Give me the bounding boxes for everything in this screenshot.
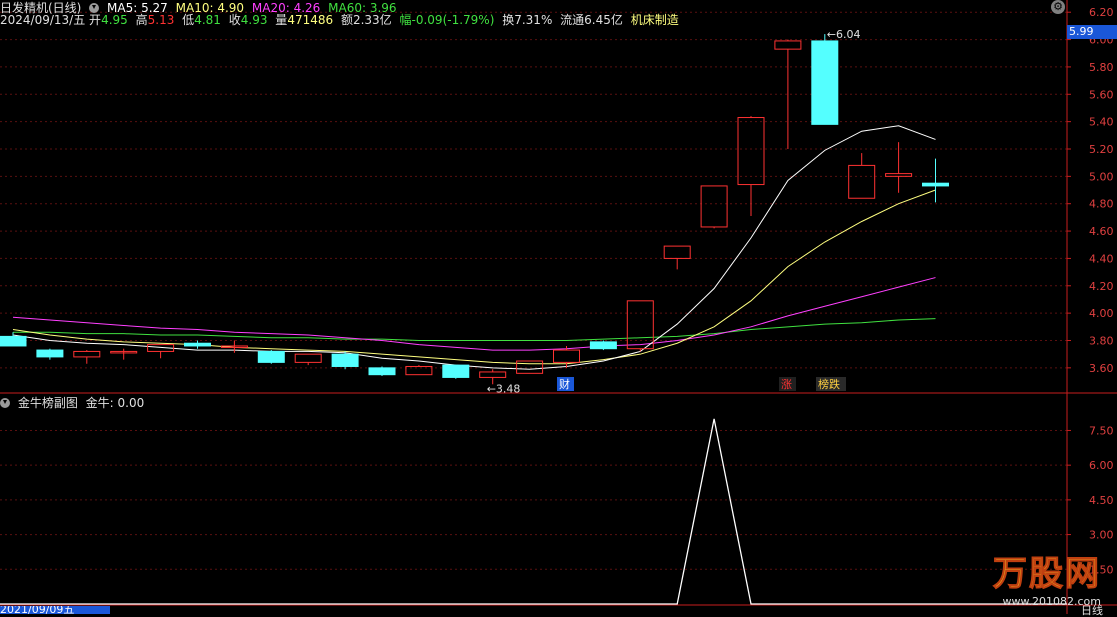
moving-averages xyxy=(12,125,936,370)
candle[interactable] xyxy=(0,335,27,347)
grid-lines xyxy=(0,11,1067,570)
candle[interactable] xyxy=(516,360,544,374)
logo-text: 万股网 xyxy=(993,554,1101,595)
volume-key: 量 xyxy=(275,13,288,27)
tick-label: 6.20 xyxy=(1089,6,1114,19)
sub-panel-legend: 金牛榜副图 金牛: 0.00 xyxy=(0,395,148,411)
candle[interactable] xyxy=(774,40,802,50)
sub-tick-label: 7.50 xyxy=(1089,424,1114,437)
candle[interactable] xyxy=(36,349,64,358)
candle[interactable] xyxy=(553,349,580,363)
y-axis-ticks: 6.20 6.00 5.80 5.60 5.40 5.20 5.00 4.80 4.60 4.40… xyxy=(1067,6,1114,576)
sub-panel-value: 金牛: 0.00 xyxy=(85,396,145,410)
sub-ctl-icon[interactable] xyxy=(0,398,10,408)
candle[interactable] xyxy=(331,353,359,367)
close-value: 4.93 xyxy=(240,13,268,27)
event-cai[interactable]: 财 xyxy=(559,377,570,391)
sub-tick-label: 6.00 xyxy=(1089,459,1114,472)
high-mark: ←6.04 xyxy=(827,28,861,41)
candle[interactable] xyxy=(405,365,433,376)
settings-icon[interactable]: ⚙ xyxy=(1051,0,1065,14)
candle[interactable] xyxy=(700,185,728,228)
bottom-date-bar[interactable]: 2021/09/09五 xyxy=(0,606,110,614)
low-key: 低 xyxy=(182,13,195,27)
candle[interactable] xyxy=(589,341,617,350)
sub-indicator xyxy=(0,418,1067,605)
low-value: 4.81 xyxy=(194,13,221,27)
candle[interactable] xyxy=(294,353,322,363)
bottom-period[interactable]: 日线 xyxy=(1081,605,1103,616)
axes xyxy=(0,0,1117,614)
candle[interactable] xyxy=(737,117,765,186)
candle[interactable] xyxy=(257,350,285,363)
change-label: 幅-0.09(-1.79%) xyxy=(399,13,495,27)
tick-label: 5.40 xyxy=(1089,116,1114,129)
chart-canvas[interactable]: 6.20 6.00 5.80 5.60 5.40 5.20 5.00 4.80 4.60 4.40… xyxy=(0,0,1117,614)
candle[interactable] xyxy=(73,350,101,358)
ma20-line xyxy=(12,277,936,351)
ma60-line xyxy=(13,318,936,341)
float-cap-label: 流通6.45亿 xyxy=(560,13,623,27)
candle[interactable] xyxy=(885,173,913,177)
candle[interactable] xyxy=(922,182,949,187)
high-value: 5.13 xyxy=(147,13,175,27)
tick-label: 4.40 xyxy=(1089,252,1114,265)
candle[interactable] xyxy=(184,342,211,347)
event-bang[interactable]: 榜跌 xyxy=(818,377,840,391)
quote-line: 2024/09/13/五 开4.95 高5.13 低4.81 收4.93 量47… xyxy=(0,12,683,28)
tick-label: 4.80 xyxy=(1089,198,1114,211)
candle[interactable] xyxy=(442,364,470,378)
low-mark: ←3.48 xyxy=(487,382,521,395)
open-value: 4.95 xyxy=(101,13,128,27)
candle[interactable] xyxy=(663,245,691,259)
sub-tick-label: 3.00 xyxy=(1089,529,1114,542)
candlesticks[interactable] xyxy=(0,34,949,385)
date-label: 2024/09/13/五 xyxy=(0,13,86,27)
event-zhang[interactable]: 涨 xyxy=(781,378,792,391)
tick-label: 4.60 xyxy=(1089,225,1114,238)
close-key: 收 xyxy=(228,13,241,27)
tick-label: 4.20 xyxy=(1089,280,1114,293)
high-key: 高 xyxy=(135,13,148,27)
ma5-line xyxy=(12,125,936,370)
tick-label: 3.80 xyxy=(1089,334,1114,347)
open-key: 开 xyxy=(89,13,102,27)
candle[interactable] xyxy=(626,300,654,350)
jinniu-line xyxy=(0,418,1067,605)
tick-label: 4.00 xyxy=(1089,307,1114,320)
tick-label: 5.80 xyxy=(1089,61,1114,74)
industry-label[interactable]: 机床制造 xyxy=(631,13,679,27)
tick-label: 5.20 xyxy=(1089,143,1114,156)
current-price-tag: 5.99 xyxy=(1067,25,1117,39)
tick-label: 3.60 xyxy=(1089,362,1114,375)
turnover-label: 换7.31% xyxy=(502,13,553,27)
candle[interactable] xyxy=(479,371,507,378)
volume-value: 471486 xyxy=(287,13,334,27)
tick-label: 5.60 xyxy=(1089,88,1114,101)
amount-label: 额2.33亿 xyxy=(340,13,392,27)
sub-tick-label: 4.50 xyxy=(1089,494,1114,507)
candle[interactable] xyxy=(848,164,876,199)
ma10-line xyxy=(12,189,936,365)
sub-panel-name[interactable]: 金牛榜副图 xyxy=(18,396,78,410)
candle[interactable] xyxy=(811,40,839,125)
watermark-logo: 万股网 www.201082.com xyxy=(993,546,1102,609)
tick-label: 5.00 xyxy=(1089,170,1114,183)
candle[interactable] xyxy=(368,367,396,376)
